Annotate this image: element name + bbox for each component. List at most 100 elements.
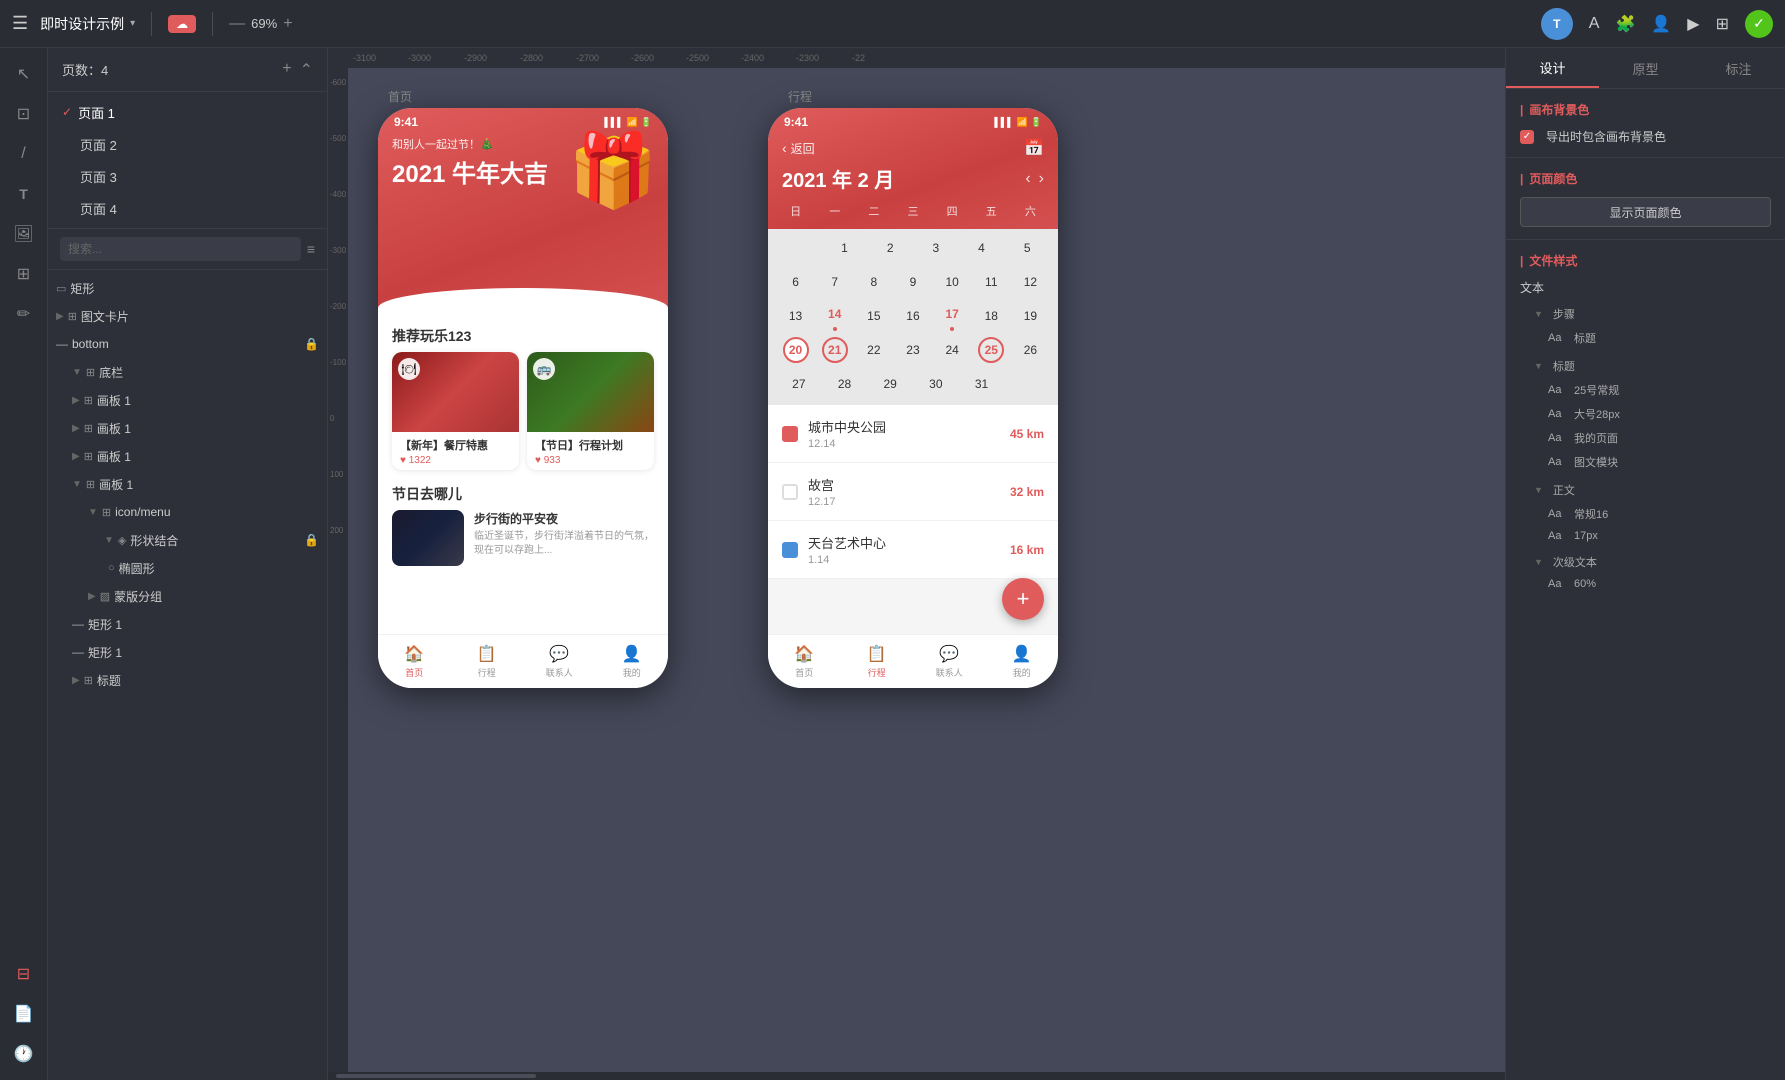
title-expand[interactable]: ▼ 标题 [1520,354,1771,378]
menu-icon[interactable]: ☰ [12,13,28,34]
cloud-icon[interactable]: ☁ [168,15,196,33]
card2[interactable]: 🚌 【节日】行程计划 ♥ 933 [527,352,654,470]
component-tool-icon[interactable]: ⊞ [6,256,42,292]
style-17px-item[interactable]: Aa 17px [1520,526,1771,546]
cal-day-24[interactable]: 24 [933,333,972,367]
cal-day-14[interactable]: 14 [815,299,854,333]
move-tool-icon[interactable]: ↖ [6,56,42,92]
cal-day-4[interactable]: 4 [959,231,1005,265]
checkbox-3[interactable] [782,542,798,558]
cal-day-13[interactable]: 13 [776,299,815,333]
style-mypage-item[interactable]: Aa 我的页面 [1520,426,1771,450]
font-icon[interactable]: A [1589,15,1600,33]
cal-day-29[interactable]: 29 [867,367,913,401]
cal-day-25[interactable]: 25 [972,333,1011,367]
cal-day-28[interactable]: 28 [822,367,868,401]
tab-design[interactable]: 设计 [1506,48,1599,88]
layer-item-board3[interactable]: ▶ ⊞ 画板 1 [48,442,327,470]
style-60pct-item[interactable]: Aa 60% [1520,574,1771,594]
fab-button[interactable]: + [1002,578,1044,620]
play-icon[interactable]: ▶ [1687,14,1699,34]
layer-item-iconmenu[interactable]: ▼ ⊞ icon/menu [48,498,327,526]
vector-tool-icon[interactable]: ✏ [6,296,42,332]
cal-nav-itinerary[interactable]: 📋 行程 [841,635,914,688]
layer-item-bottom[interactable]: — bottom 🔒 [48,330,327,358]
image-tool-icon[interactable]: 🖼 [6,216,42,252]
nav-itinerary[interactable]: 📋 行程 [451,635,524,688]
nav-contacts[interactable]: 💬 联系人 [523,635,596,688]
cal-day-23[interactable]: 23 [893,333,932,367]
cal-day-16[interactable]: 16 [893,299,932,333]
secondary-expand[interactable]: ▼ 次级文本 [1520,550,1771,574]
cal-day-17[interactable]: 17 [933,299,972,333]
cal-day-11[interactable]: 11 [972,265,1011,299]
card1[interactable]: 🍽 【新年】餐厅特惠 ♥ 1322 [392,352,519,470]
cal-day-3[interactable]: 3 [913,231,959,265]
cal-day-6[interactable]: 6 [776,265,815,299]
style-title-item[interactable]: Aa 标题 [1520,326,1771,350]
pen-tool-icon[interactable]: / [6,136,42,172]
page-item-4[interactable]: 页面 4 [48,192,327,224]
cal-day-10[interactable]: 10 [933,265,972,299]
itinerary-item-1[interactable]: 城市中央公园 12.14 45 km [768,405,1058,463]
page-item-1[interactable]: ✓ 页面 1 [48,96,327,128]
list-view-icon[interactable]: ≡ [307,241,315,257]
next-month-icon[interactable]: › [1039,170,1044,188]
cal-day-7[interactable]: 7 [815,265,854,299]
cal-day-1[interactable]: 1 [822,231,868,265]
show-color-button[interactable]: 显示页面颜色 [1520,197,1771,227]
layers-icon[interactable]: ⊟ [6,956,42,992]
export-checkbox[interactable]: ✓ [1520,130,1534,144]
tab-prototype[interactable]: 原型 [1599,48,1692,88]
style-imgtext-item[interactable]: Aa 图文模块 [1520,450,1771,474]
plugin-icon[interactable]: 🧩 [1615,14,1635,34]
template-icon[interactable]: ⊞ [1716,14,1729,34]
back-button[interactable]: ‹ 返回 [782,140,815,157]
layer-item-rect[interactable]: ▭ 矩形 [48,274,327,302]
assets-icon[interactable]: 📄 [6,996,42,1032]
cal-nav-home[interactable]: 🏠 首页 [768,635,841,688]
layer-item-heading[interactable]: ▶ ⊞ 标题 [48,666,327,694]
page-item-2[interactable]: 页面 2 [48,128,327,160]
style-28px-item[interactable]: Aa 大号28px [1520,402,1771,426]
frame-tool-icon[interactable]: ⊡ [6,96,42,132]
cal-day-12[interactable]: 12 [1011,265,1050,299]
layer-item-rect1[interactable]: — 矩形 1 [48,610,327,638]
pages-toggle-icon[interactable]: ⌃ [300,60,313,80]
project-title[interactable]: 即时设计示例 ▾ [40,14,135,34]
itinerary-item-2[interactable]: 故宫 12.17 32 km [768,463,1058,521]
user-avatar[interactable]: T [1541,8,1573,40]
body-expand[interactable]: ▼ 正文 [1520,478,1771,502]
calendar-icon[interactable]: 📅 [1024,138,1044,158]
search-input[interactable] [60,237,301,261]
list-card1[interactable]: 步行街的平安夜 临近圣诞节，步行街洋溢着节日的气氛，现在可以存跑上... [378,510,668,566]
layer-item-ellipse[interactable]: ○ 椭圆形 [48,554,327,582]
users-icon[interactable]: 👤 [1651,14,1671,34]
cal-day-2[interactable]: 2 [867,231,913,265]
cal-day-5[interactable]: 5 [1004,231,1050,265]
style-16-item[interactable]: Aa 常规16 [1520,502,1771,526]
checkbox-2[interactable] [782,484,798,500]
style-25-item[interactable]: Aa 25号常规 [1520,378,1771,402]
cal-day-9[interactable]: 9 [893,265,932,299]
publish-button[interactable]: ✓ [1745,10,1773,38]
zoom-plus[interactable]: + [283,15,292,33]
checkbox-1[interactable] [782,426,798,442]
cal-nav-contacts[interactable]: 💬 联系人 [913,635,986,688]
zoom-minus[interactable]: — [229,15,245,33]
steps-expand[interactable]: ▼ 步骤 [1520,302,1771,326]
cal-day-26[interactable]: 26 [1011,333,1050,367]
cal-day-15[interactable]: 15 [854,299,893,333]
cal-day-30[interactable]: 30 [913,367,959,401]
cal-day-19[interactable]: 19 [1011,299,1050,333]
layer-item-board4[interactable]: ▼ ⊞ 画板 1 [48,470,327,498]
nav-home[interactable]: 🏠 首页 [378,635,451,688]
cal-nav-mine[interactable]: 👤 我的 [986,635,1059,688]
itinerary-item-3[interactable]: 天台艺术中心 1.14 16 km [768,521,1058,579]
layer-item-mask[interactable]: ▶ ▨ 蒙版分组 [48,582,327,610]
cal-day-8[interactable]: 8 [854,265,893,299]
cal-day-18[interactable]: 18 [972,299,1011,333]
page-item-3[interactable]: 页面 3 [48,160,327,192]
add-page-icon[interactable]: + [282,60,291,80]
scrollbar-thumb[interactable] [336,1074,536,1078]
